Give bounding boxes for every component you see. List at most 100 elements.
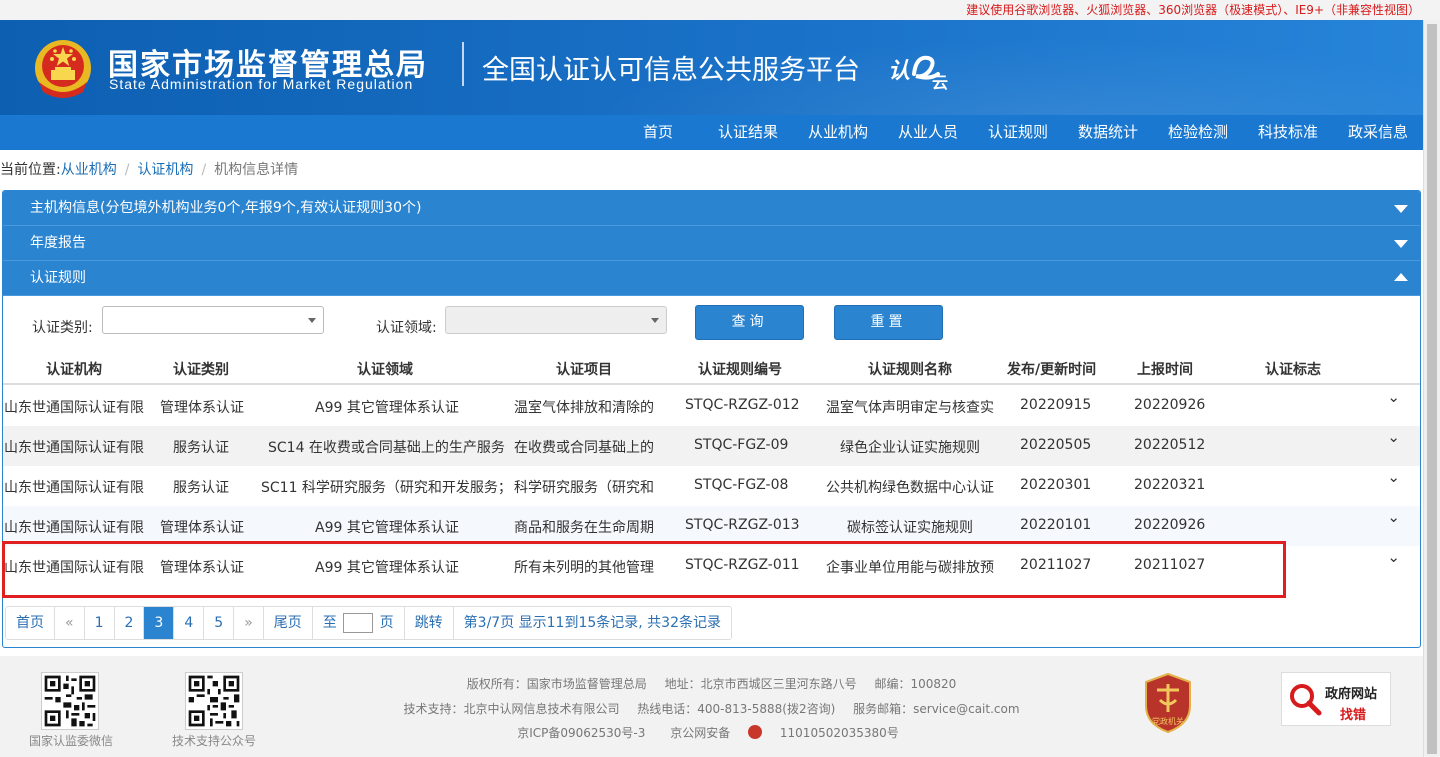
police-badge-icon [748, 725, 763, 739]
cell-institution: 山东世通国际认证有限 [4, 400, 144, 416]
table-row[interactable]: 山东世通国际认证有限 管理体系认证 A99 其它管理体系认证 商品和服务在生命周… [3, 506, 1420, 546]
query-button[interactable]: 查询 [695, 305, 804, 340]
row-expand-icon[interactable]: ⌄ [1387, 468, 1400, 486]
page-2[interactable]: 2 [114, 607, 145, 639]
collapse-arrow-icon[interactable] [1394, 273, 1408, 281]
nav-cert-results[interactable]: 认证结果 [703, 115, 793, 150]
chevron-down-icon [308, 318, 316, 323]
cell-category: 管理体系认证 [160, 400, 244, 416]
page-4[interactable]: 4 [174, 607, 205, 639]
nav-institutions[interactable]: 从业机构 [793, 115, 883, 150]
cell-category: 管理体系认证 [160, 520, 244, 536]
party-gov-badge-icon[interactable]: 党政机关 [1142, 672, 1194, 734]
cell-report-date: 20220321 [1134, 477, 1206, 493]
expand-arrow-icon[interactable] [1394, 240, 1408, 248]
cell-project: 在收费或合同基础上的 [514, 440, 654, 456]
section-annual-report[interactable]: 年度报告 [3, 226, 1420, 261]
page-prev[interactable]: « [55, 607, 85, 639]
badge-text: 党政机关 [1152, 716, 1184, 726]
breadcrumb-institutions[interactable]: 从业机构 [61, 162, 117, 178]
footer-email: 服务邮箱：service@cait.com [853, 702, 1020, 716]
cell-field: SC11 科学研究服务（研究和开发服务； [261, 480, 511, 496]
main-nav: 首页 认证结果 从业机构 从业人员 认证规则 数据统计 检验检测 科技标准 政采… [0, 115, 1423, 150]
cell-field: SC14 在收费或合同基础上的生产服务 [268, 440, 505, 456]
category-select[interactable] [102, 306, 324, 334]
page-last[interactable]: 尾页 [263, 607, 313, 639]
page-summary: 第3/7页 显示11到15条记录, 共32条记录 [453, 607, 731, 639]
page-next[interactable]: » [234, 607, 264, 639]
col-institution: 认证机构 [46, 362, 102, 378]
magnifier-icon [1290, 684, 1322, 716]
expand-arrow-icon[interactable] [1394, 205, 1408, 213]
col-field: 认证领域 [357, 362, 413, 378]
footer-icp[interactable]: 京ICP备09062530号-3 [517, 726, 645, 740]
cell-rule-name: 碳标签认证实施规则 [847, 520, 973, 536]
cell-rule-name: 绿色企业认证实施规则 [840, 440, 980, 456]
row-expand-icon[interactable]: ⌄ [1387, 508, 1400, 526]
goto-page-input[interactable] [343, 613, 374, 633]
pagination: 首页 « 1 2 3 4 5 » 尾页 至 页 跳转 第3/7页 显示11到15… [5, 606, 732, 640]
nav-home[interactable]: 首页 [613, 115, 703, 150]
page-3[interactable]: 3 [144, 607, 175, 639]
page-scrollbar[interactable] [1423, 20, 1440, 757]
row-expand-icon[interactable]: ⌄ [1387, 428, 1400, 446]
category-label: 认证类别: [32, 320, 93, 336]
section-main-info[interactable]: 主机构信息(分包境外机构业务0个,年报9个,有效认证规则30个) [3, 191, 1420, 226]
col-rule-name: 认证规则名称 [868, 362, 952, 378]
col-cert-mark: 认证标志 [1265, 362, 1321, 378]
col-publish-date: 发布/更新时间 [1007, 362, 1097, 378]
cell-publish-date: 20220101 [1020, 517, 1092, 533]
nav-personnel[interactable]: 从业人员 [883, 115, 973, 150]
jump-button[interactable]: 跳转 [404, 607, 454, 639]
gov-site-error-button[interactable]: 政府网站 找错 [1281, 672, 1391, 726]
cell-rule-no: STQC-FGZ-08 [694, 477, 789, 493]
breadcrumb-current: 机构信息详情 [214, 162, 299, 178]
svg-text:认: 认 [888, 59, 910, 84]
cell-field: A99 其它管理体系认证 [315, 400, 459, 416]
row-expand-icon[interactable]: ⌄ [1387, 388, 1400, 406]
chevron-down-icon [651, 318, 659, 323]
footer-police[interactable]: 京公网安备 11010502035380号 [663, 725, 906, 740]
cell-category: 服务认证 [173, 440, 229, 456]
section-cert-rules[interactable]: 认证规则 [3, 261, 1420, 296]
table-row[interactable]: 山东世通国际认证有限 管理体系认证 A99 其它管理体系认证 温室气体排放和清除… [3, 386, 1420, 426]
row-expand-icon[interactable]: ⌄ [1387, 548, 1400, 566]
cell-report-date: 20220512 [1134, 437, 1206, 453]
reset-button[interactable]: 重置 [834, 305, 943, 340]
filter-bar: 认证类别: 认证领域: 查询 重置 [3, 296, 1420, 346]
field-select[interactable] [445, 306, 667, 334]
nav-statistics[interactable]: 数据统计 [1063, 115, 1153, 150]
section-title: 主机构信息(分包境外机构业务0个,年报9个,有效认证规则30个) [30, 200, 422, 216]
nav-tech-standards[interactable]: 科技标准 [1243, 115, 1333, 150]
footer-tech-support: 技术支持：北京中认网信息技术有限公司 [403, 702, 620, 716]
gov-site-label: 政府网站 [1325, 687, 1378, 702]
page-1[interactable]: 1 [84, 607, 115, 639]
platform-title: 全国认证认可信息公共服务平台 [482, 55, 860, 86]
footer-line-1: 版权所有：国家市场监督管理总局 地址：北京市西城区三里河东路八号 邮编：1008… [0, 675, 1423, 692]
table-row[interactable]: 山东世通国际认证有限 服务认证 SC11 科学研究服务（研究和开发服务； 科学研… [3, 466, 1420, 506]
page-first[interactable]: 首页 [6, 607, 55, 639]
breadcrumb: 当前位置:从业机构 / 认证机构 / 机构信息详情 [0, 162, 299, 178]
cell-field: A99 其它管理体系认证 [315, 520, 459, 536]
cell-rule-no: STQC-RZGZ-013 [685, 517, 800, 533]
site-header: 国家市场监督管理总局 State Administration for Mark… [0, 20, 1423, 115]
cell-project: 温室气体排放和清除的 [514, 400, 654, 416]
cell-publish-date: 20220505 [1020, 437, 1092, 453]
cell-project: 商品和服务在生命周期 [514, 520, 654, 536]
cell-rule-name: 公共机构绿色数据中心认证 [826, 480, 994, 496]
nav-testing[interactable]: 检验检测 [1153, 115, 1243, 150]
svg-text:云: 云 [932, 73, 948, 92]
nav-cert-rules[interactable]: 认证规则 [973, 115, 1063, 150]
scrollbar-thumb[interactable] [1427, 24, 1437, 754]
col-project: 认证项目 [556, 362, 612, 378]
cell-institution: 山东世通国际认证有限 [4, 440, 144, 456]
cell-rule-no: STQC-FGZ-09 [694, 437, 789, 453]
footer-postcode: 邮编：100820 [874, 677, 957, 691]
gov-error-label: 找错 [1340, 708, 1367, 723]
nav-procurement[interactable]: 政采信息 [1333, 115, 1423, 150]
col-rule-no: 认证规则编号 [698, 362, 782, 378]
table-row[interactable]: 山东世通国际认证有限 服务认证 SC14 在收费或合同基础上的生产服务 在收费或… [3, 426, 1420, 466]
breadcrumb-cert-bodies[interactable]: 认证机构 [137, 162, 193, 178]
table-header: 认证机构 认证类别 认证领域 认证项目 认证规则编号 认证规则名称 发布/更新时… [3, 350, 1420, 385]
page-5[interactable]: 5 [204, 607, 235, 639]
